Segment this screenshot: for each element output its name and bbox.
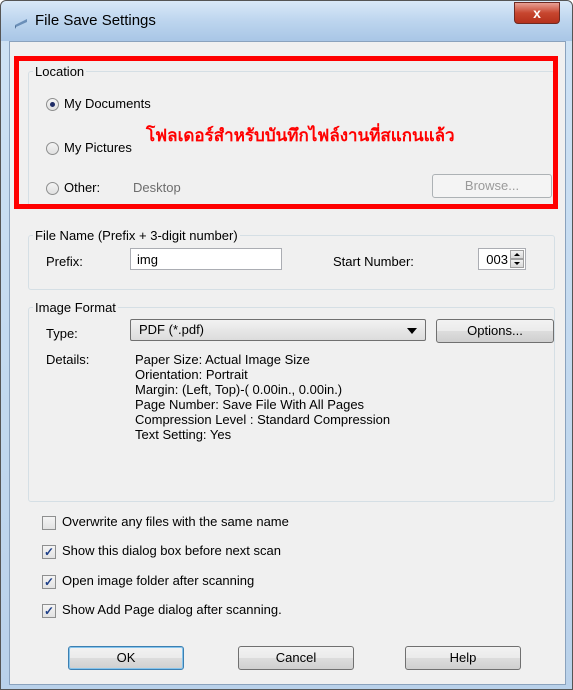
details-list: Paper Size: Actual Image Size Orientatio… — [135, 352, 390, 442]
add-page-label[interactable]: Show Add Page dialog after scanning. — [62, 602, 282, 617]
close-icon: x — [533, 5, 541, 21]
title-bar[interactable]: File Save Settings x — [1, 1, 572, 41]
start-number-value: 003 — [486, 252, 508, 267]
annotation-text: โฟลเดอร์สำหรับบันทึกไฟล์งานที่สแกนแล้ว — [146, 126, 455, 145]
add-page-checkbox[interactable]: ✓ — [42, 604, 56, 618]
checkmark-icon: ✓ — [43, 575, 55, 589]
details-line: Compression Level : Standard Compression — [135, 412, 391, 427]
details-line: Page Number: Save File With All Pages — [135, 397, 365, 412]
file-name-legend: File Name (Prefix + 3-digit number) — [35, 228, 238, 243]
chevron-down-icon — [407, 328, 417, 334]
details-line: Text Setting: Yes — [135, 427, 232, 442]
type-label: Type: — [46, 326, 78, 341]
overwrite-checkbox[interactable] — [42, 516, 56, 530]
options-button[interactable]: Options... — [436, 319, 554, 343]
prefix-label: Prefix: — [46, 254, 83, 269]
show-dialog-checkbox[interactable]: ✓ — [42, 545, 56, 559]
help-button[interactable]: Help — [405, 646, 521, 670]
spinner-up-icon[interactable] — [510, 250, 524, 259]
scanner-icon — [15, 19, 27, 29]
overwrite-label[interactable]: Overwrite any files with the same name — [62, 514, 289, 529]
file-name-group: File Name (Prefix + 3-digit number) — [28, 228, 555, 290]
ok-button[interactable]: OK — [68, 646, 184, 670]
type-select-value: PDF (*.pdf) — [139, 322, 205, 337]
close-button[interactable]: x — [514, 2, 560, 24]
open-folder-checkbox[interactable]: ✓ — [42, 575, 56, 589]
show-dialog-label[interactable]: Show this dialog box before next scan — [62, 543, 281, 558]
window-title: File Save Settings — [35, 12, 156, 29]
details-label: Details: — [46, 352, 90, 367]
open-folder-label[interactable]: Open image folder after scanning — [62, 573, 254, 588]
cancel-button[interactable]: Cancel — [238, 646, 354, 670]
spinner-down-icon[interactable] — [510, 259, 524, 268]
details-line: Paper Size: Actual Image Size — [135, 352, 310, 367]
checkmark-icon: ✓ — [43, 604, 55, 618]
type-select[interactable]: PDF (*.pdf) — [130, 319, 426, 341]
start-number-spinner[interactable]: 003 — [478, 248, 526, 270]
details-line: Orientation: Portrait — [135, 367, 248, 382]
details-line: Margin: (Left, Top)-( 0.00in., 0.00in.) — [135, 382, 343, 397]
spinner-arrows-icon[interactable] — [510, 250, 524, 268]
start-number-label: Start Number: — [333, 254, 414, 269]
image-format-legend: Image Format — [35, 300, 116, 315]
checkmark-icon: ✓ — [43, 545, 55, 559]
prefix-input[interactable]: img — [130, 248, 282, 270]
